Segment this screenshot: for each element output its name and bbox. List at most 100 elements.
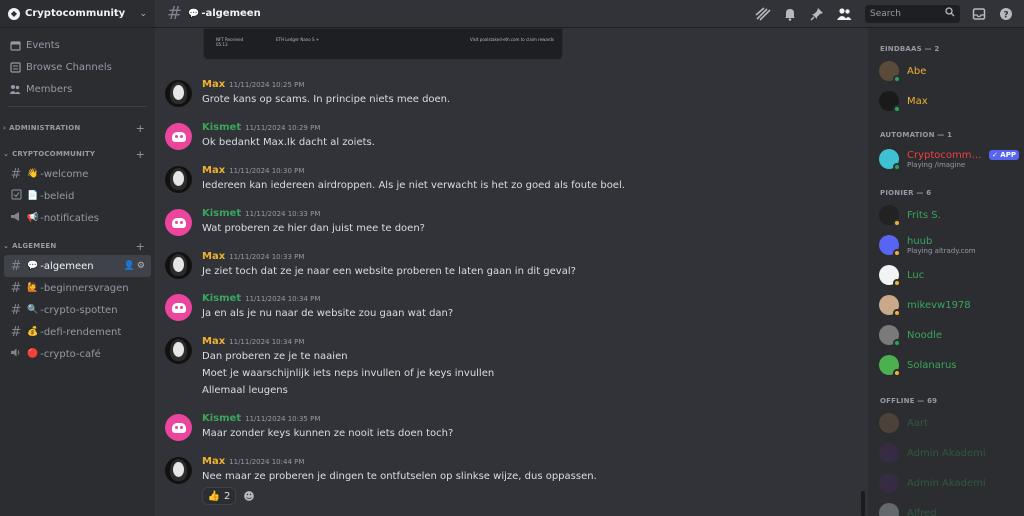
hash-icon: #: [10, 258, 22, 274]
server-header[interactable]: ◆ Cryptocommunity ⌄: [0, 0, 155, 28]
channel-sidebar: ◆ Cryptocommunity ⌄ Events Browse Channe…: [0, 0, 155, 516]
avatar: [879, 235, 901, 257]
avatar[interactable]: [165, 457, 192, 484]
status-idle-icon: [893, 369, 901, 377]
megaphone-icon: [9, 211, 23, 226]
embed-left: NFT Received 05:13: [216, 37, 244, 47]
server-logo-icon: ◆: [8, 7, 20, 20]
inbox-icon[interactable]: [971, 6, 987, 22]
avatar: [879, 413, 899, 433]
add-channel-icon[interactable]: +: [136, 122, 145, 135]
chat-scrollbar[interactable]: [860, 28, 866, 516]
avatar: [879, 325, 901, 347]
member-cryptocommunity-bot[interactable]: Cryptocommu... ✓ APP Playing /imagine: [876, 143, 1022, 175]
member-admin-akademi[interactable]: Admin Akademi: [876, 439, 1022, 467]
username[interactable]: Max: [202, 336, 225, 347]
scrollbar-thumb[interactable]: [861, 491, 865, 516]
member-list-icon[interactable]: [836, 6, 852, 22]
member-noodle[interactable]: Noodle: [876, 321, 1022, 349]
member-frits[interactable]: Frits S.: [876, 201, 1022, 229]
channel-beleid[interactable]: 📄 -beleid: [4, 185, 151, 207]
avatar[interactable]: [165, 414, 192, 441]
category-administration[interactable]: › ADMINISTRATION +: [0, 119, 155, 137]
add-channel-icon[interactable]: +: [136, 240, 145, 253]
member-list: EINDBAAS — 2 Abe Max AUTOMATION — 1 Cryp…: [868, 28, 1024, 516]
avatar[interactable]: [165, 123, 192, 150]
speaker-icon: [9, 347, 23, 362]
channel-settings-icons[interactable]: 👤⚙: [124, 261, 147, 271]
username[interactable]: Max: [202, 79, 225, 90]
avatar[interactable]: [165, 209, 192, 236]
channel-defi-rendement[interactable]: # 💰 -defi-rendement: [4, 321, 151, 343]
username[interactable]: Kismet: [202, 208, 241, 219]
message-text: Ja en als je nu naar de website zou gaan…: [202, 308, 454, 319]
channel-welcome[interactable]: # 👋 -welcome: [4, 163, 151, 185]
channel-notificaties[interactable]: 📢 -notificaties: [4, 207, 151, 229]
username[interactable]: Max: [202, 456, 225, 467]
divider: [8, 106, 147, 107]
avatar[interactable]: [165, 294, 192, 321]
add-reaction-icon[interactable]: ☻: [241, 488, 257, 504]
hash-icon: #: [10, 302, 22, 318]
channel-algemeen[interactable]: # 💬 -algemeen 👤⚙: [4, 255, 151, 277]
events-link[interactable]: Events: [0, 34, 155, 56]
avatar: [879, 91, 901, 113]
member-activity: Playing /imagine: [907, 160, 966, 169]
browse-channels-label: Browse Channels: [26, 61, 112, 73]
bell-icon[interactable]: [782, 6, 798, 22]
reaction-thumbs-up[interactable]: 👍 2: [202, 487, 236, 505]
message-list[interactable]: NFT Received 05:13 ETH Ledger Nano S + V…: [155, 28, 868, 516]
pin-icon[interactable]: [809, 6, 825, 22]
search-input[interactable]: Search: [865, 4, 960, 23]
member-mikevw1978[interactable]: mikevw1978: [876, 291, 1022, 319]
avatar[interactable]: [165, 337, 192, 364]
search-icon: [945, 7, 955, 20]
member-solanarus[interactable]: Solanarus: [876, 351, 1022, 379]
timestamp: 11/11/2024 10:34 PM: [245, 295, 321, 303]
threads-icon[interactable]: [755, 6, 771, 22]
username[interactable]: Max: [202, 165, 225, 176]
help-icon[interactable]: ?: [998, 6, 1014, 22]
timestamp: 11/11/2024 10:30 PM: [229, 167, 305, 175]
message-text: Wat proberen ze hier dan juist mee te do…: [202, 223, 425, 234]
channel-beginnersvragen[interactable]: # 🙋 -beginnersvragen: [4, 277, 151, 299]
add-channel-icon[interactable]: +: [136, 148, 145, 161]
member-max[interactable]: Max: [876, 87, 1022, 115]
status-idle-icon: [893, 219, 901, 227]
message-text: Moet je waarschijnlijk iets neps invulle…: [202, 368, 495, 379]
hash-icon: #: [10, 166, 22, 182]
status-idle-icon: [893, 249, 901, 257]
avatar: [879, 443, 899, 463]
channel-crypto-spotten[interactable]: # 🔍 -crypto-spotten: [4, 299, 151, 321]
hash-icon: #: [10, 280, 22, 296]
avatar[interactable]: [165, 252, 192, 279]
member-luc[interactable]: Luc: [876, 261, 1022, 289]
member-abe[interactable]: Abe: [876, 57, 1022, 85]
member-activity: Playing altrady.com: [907, 246, 976, 255]
category-algemeen[interactable]: ⌄ ALGEMEEN +: [0, 237, 155, 255]
member-aart[interactable]: Aart: [876, 409, 1022, 437]
category-cryptocommunity[interactable]: ⌄ CRYPTOCOMMUNITY +: [0, 145, 155, 163]
avatar[interactable]: [165, 166, 192, 193]
chevron-right-icon: ›: [3, 124, 7, 132]
member-huub[interactable]: huub Playing altrady.com: [876, 229, 1022, 261]
username[interactable]: Kismet: [202, 413, 241, 424]
members-link[interactable]: Members: [0, 78, 155, 100]
username[interactable]: Max: [202, 251, 225, 262]
avatar: [879, 149, 901, 171]
avatar: [879, 265, 901, 287]
chevron-down-icon[interactable]: ⌄: [139, 9, 147, 19]
embedded-image[interactable]: NFT Received 05:13 ETH Ledger Nano S + V…: [203, 28, 563, 60]
browse-channels-link[interactable]: Browse Channels: [0, 56, 155, 78]
channel-header: # 💬 -algemeen Search ?: [155, 0, 1024, 28]
hash-icon: #: [10, 324, 22, 340]
timestamp: 11/11/2024 10:34 PM: [229, 338, 305, 346]
member-alfred[interactable]: Alfred: [876, 499, 1022, 516]
channel-crypto-cafe[interactable]: 🔴 -crypto-café: [4, 343, 151, 365]
avatar[interactable]: [165, 80, 192, 107]
message-text: Grote kans op scams. In principe niets m…: [202, 94, 451, 105]
chevron-down-icon: ⌄: [3, 150, 10, 158]
username[interactable]: Kismet: [202, 122, 241, 133]
member-admin-akademi[interactable]: Admin Akademi: [876, 469, 1022, 497]
username[interactable]: Kismet: [202, 293, 241, 304]
